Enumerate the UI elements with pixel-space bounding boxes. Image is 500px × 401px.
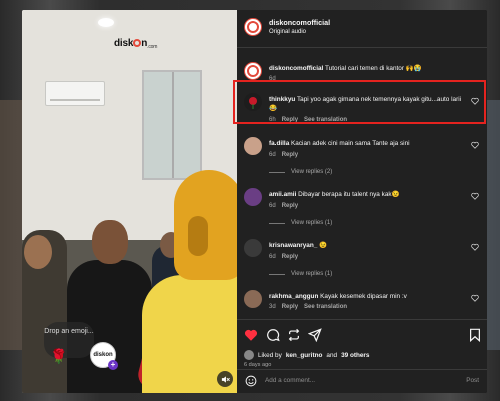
video-person-head: [92, 220, 128, 264]
speaker-muted-icon: [221, 375, 230, 383]
post-modal: disk n.com Drop an emoji... 🌹 diskon + di…: [22, 10, 487, 393]
comment-time: 3d: [269, 304, 276, 310]
rose-emoji: 🌹: [50, 348, 68, 364]
view-replies-button[interactable]: View replies (1): [269, 220, 332, 226]
comment-meta: 3d Reply See translation: [269, 304, 347, 310]
likes-prefix: Liked by: [258, 351, 282, 359]
see-translation-button[interactable]: See translation: [304, 304, 347, 310]
comment-text: fa.dilla Kacian adek cini main sama Tant…: [269, 139, 469, 148]
video-scene-window: [142, 70, 202, 180]
reply-button[interactable]: Reply: [282, 304, 298, 310]
comment-text: diskoncomofficial Tutorial cari temen di…: [269, 64, 469, 73]
repost-icon[interactable]: [287, 328, 301, 342]
mute-button[interactable]: [217, 371, 233, 387]
plus-icon: +: [108, 360, 118, 370]
author-avatar[interactable]: [244, 18, 262, 36]
comment-text: amii.amii Dibayar berapa itu talent nya …: [269, 190, 469, 199]
video-scene-ac: [45, 81, 105, 106]
post-time: 6 days ago: [244, 362, 272, 368]
comment-body: 😉: [319, 242, 328, 249]
comment-username[interactable]: amii.amii: [269, 191, 296, 198]
video-costume-head: [174, 170, 237, 280]
audio-link[interactable]: Original audio: [269, 29, 306, 35]
reel-video[interactable]: disk n.com Drop an emoji... 🌹 diskon +: [22, 10, 237, 393]
video-scene-light: [98, 18, 114, 27]
comment-time: 6d: [269, 152, 276, 158]
add-reaction-avatar[interactable]: diskon +: [90, 342, 118, 370]
comment-username[interactable]: diskoncomofficial: [269, 65, 323, 72]
likes-and: and: [326, 351, 338, 359]
comment-icon[interactable]: [266, 328, 280, 342]
commenter-avatar[interactable]: [244, 137, 262, 155]
comment-text: krisnawanryan_ 😉: [269, 241, 469, 250]
reply-button[interactable]: Reply: [282, 254, 298, 260]
view-replies-button[interactable]: View replies (2): [269, 169, 332, 175]
comment-username[interactable]: fa.dilla: [269, 140, 289, 147]
like-comment-heart-icon[interactable]: [471, 243, 479, 251]
comment-body: Kayak kesemek dipasar min :v: [320, 293, 407, 300]
share-icon[interactable]: [308, 328, 322, 342]
like-comment-heart-icon[interactable]: [471, 141, 479, 149]
comment-time: 6d: [269, 254, 276, 260]
video-person-head: [24, 235, 52, 269]
post-header: diskoncomofficial Original audio: [237, 10, 487, 48]
comment-meta: 6d Reply: [269, 152, 298, 158]
background-post-left: [0, 100, 22, 350]
liker-username[interactable]: ken_guritno: [286, 352, 323, 359]
commenter-avatar[interactable]: [244, 290, 262, 308]
comment-body: Dibayar berapa itu talent nya kak😉: [298, 191, 400, 198]
comment-username[interactable]: krisnawanryan_: [269, 242, 317, 249]
save-bookmark-icon[interactable]: [468, 328, 482, 342]
comment-time: 6d: [269, 203, 276, 209]
like-comment-heart-icon[interactable]: [471, 294, 479, 302]
comment-meta: 6d Reply: [269, 203, 298, 209]
liker-avatar: [244, 350, 254, 360]
add-comment-bar: Add a comment... Post: [237, 369, 487, 393]
comment-highlight-box: [233, 80, 486, 124]
video-watermark-logo: disk n.com: [114, 38, 158, 50]
comment-text: rakhma_anggun Kayak kesemek dipasar min …: [269, 292, 469, 301]
commenter-avatar[interactable]: [244, 62, 262, 80]
comment-body: Tutorial cari temen di kantor 🙌😭: [325, 65, 422, 72]
like-comment-heart-icon[interactable]: [471, 192, 479, 200]
avatar-bubble-label: diskon: [93, 352, 113, 358]
commenter-avatar[interactable]: [244, 239, 262, 257]
reply-button[interactable]: Reply: [282, 152, 298, 158]
likes-summary[interactable]: Liked by ken_guritno and 39 others: [244, 350, 369, 360]
likes-others[interactable]: 39 others: [341, 352, 369, 359]
emoji-picker-icon[interactable]: [245, 375, 257, 387]
commenter-avatar[interactable]: [244, 188, 262, 206]
comment-meta: 6d Reply: [269, 254, 298, 260]
view-replies-button[interactable]: View replies (1): [269, 271, 332, 277]
author-username[interactable]: diskoncomofficial: [269, 18, 330, 27]
comments-panel: diskoncomofficial Original audio diskonc…: [237, 10, 487, 393]
comment-username[interactable]: rakhma_anggun: [269, 293, 318, 300]
reply-button[interactable]: Reply: [282, 203, 298, 209]
comment-body: Kacian adek cini main sama Tante aja sin…: [291, 140, 410, 147]
post-comment-button[interactable]: Post: [466, 377, 479, 384]
like-heart-icon[interactable]: [244, 328, 258, 342]
comment-input[interactable]: Add a comment...: [265, 377, 315, 384]
